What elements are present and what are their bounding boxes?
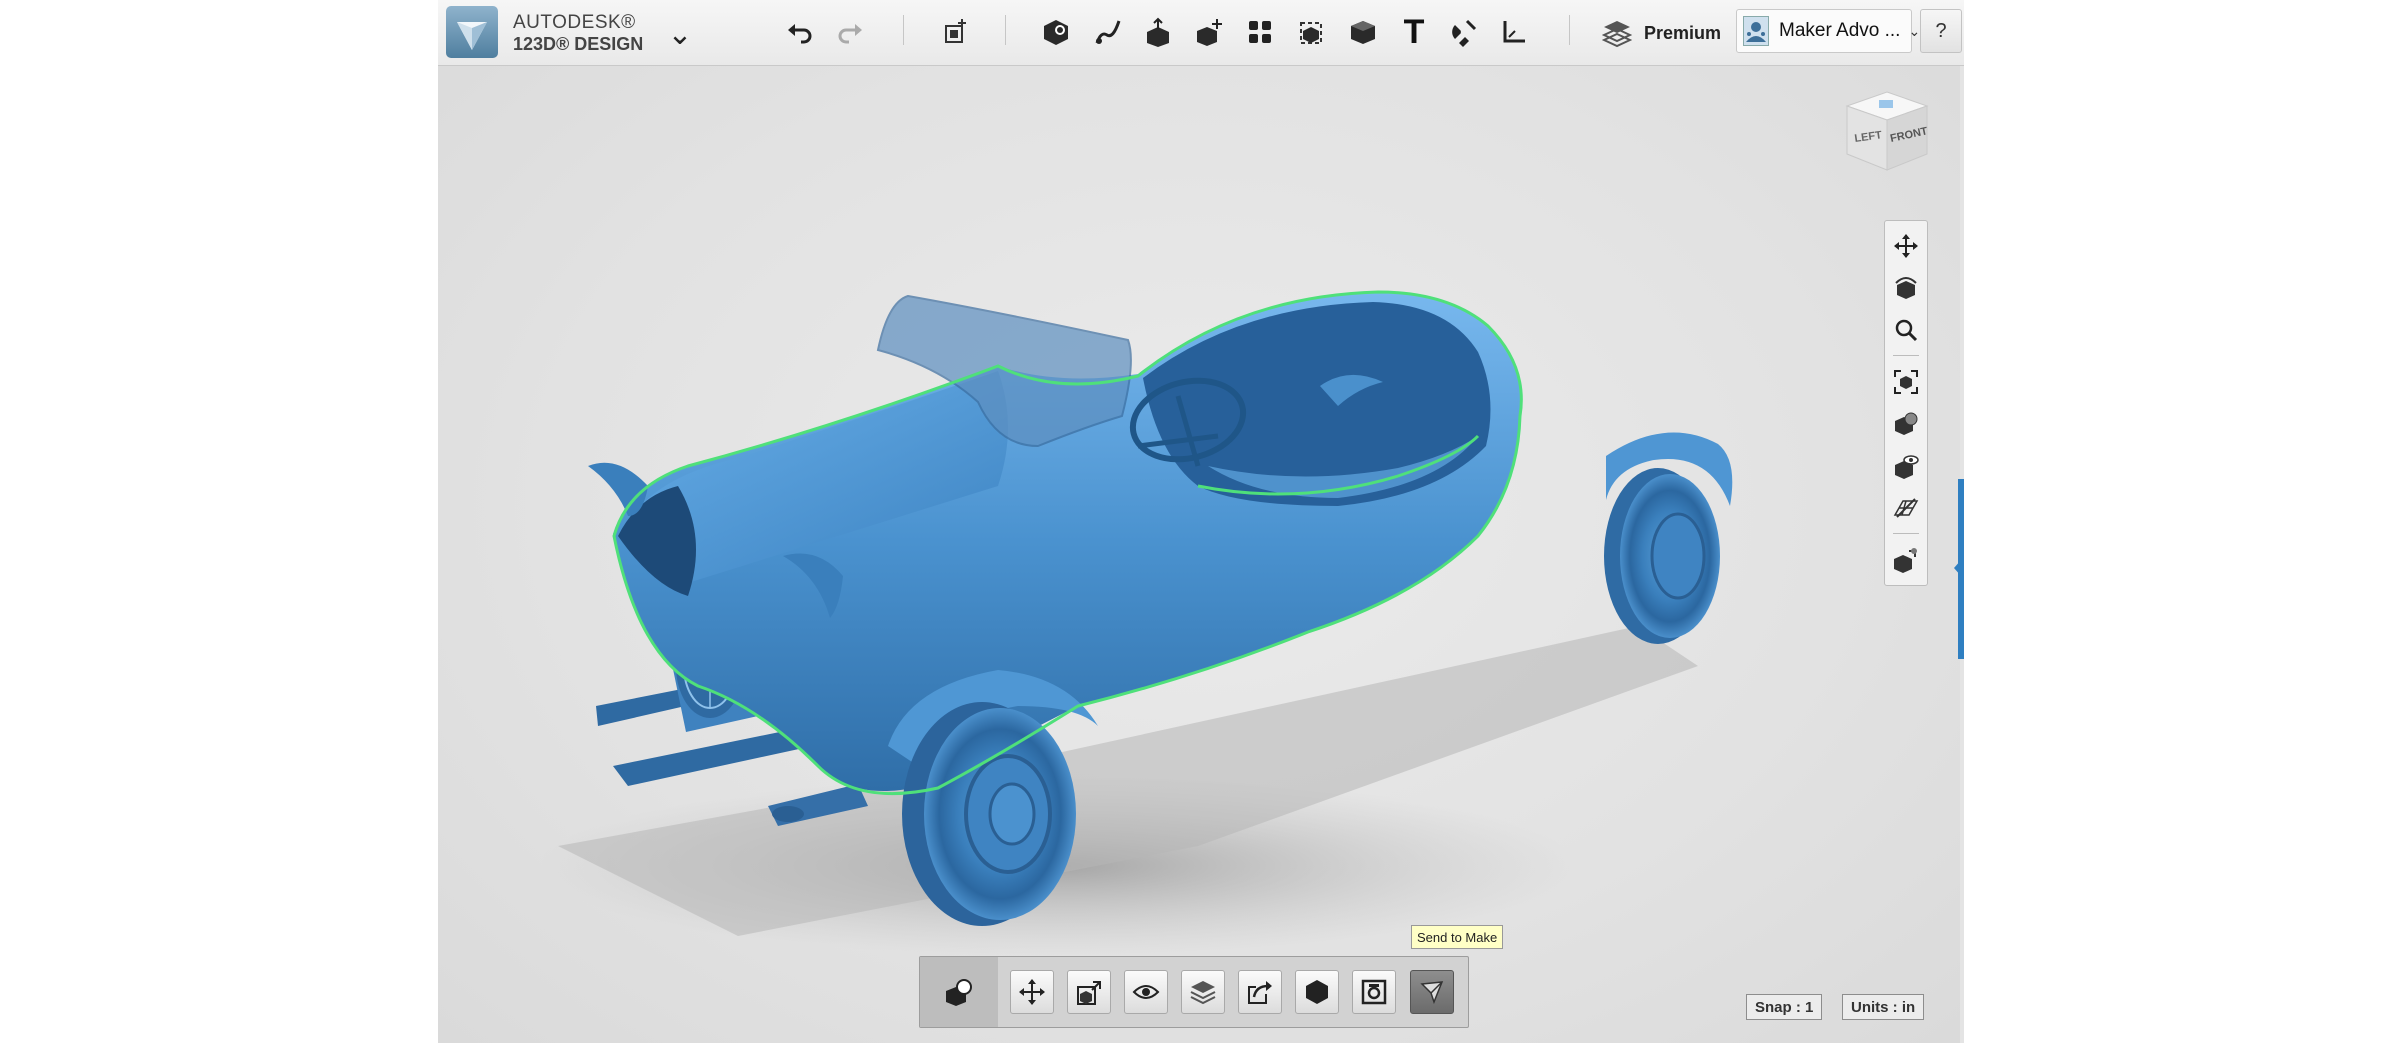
units-status[interactable]: Units : in (1842, 994, 1925, 1020)
modify-icon (1197, 19, 1222, 46)
material-button[interactable] (1889, 407, 1923, 441)
solid-icon (946, 979, 972, 1006)
bottom-toolbar (919, 956, 1469, 1028)
layers-button[interactable] (1181, 970, 1225, 1014)
orbit-button[interactable] (1889, 271, 1923, 305)
navigation-bar (1884, 220, 1928, 586)
visibility-toggle-button[interactable] (1124, 970, 1168, 1014)
snap-button[interactable] (1442, 10, 1486, 54)
combine-button[interactable] (1341, 10, 1385, 54)
help-button[interactable]: ? (1920, 9, 1962, 53)
fit-icon (1894, 370, 1918, 394)
chevron-left-icon (1954, 560, 1961, 576)
view-cube[interactable]: LEFT FRONT (1841, 88, 1933, 180)
eye-icon (1132, 985, 1160, 999)
mesh-button[interactable] (1295, 970, 1339, 1014)
material-icon (1895, 412, 1918, 435)
grouping-icon (1300, 22, 1322, 44)
sketch-button[interactable] (1086, 10, 1130, 54)
snap-icon (1452, 19, 1477, 47)
measure-icon (1503, 21, 1525, 43)
smart-scale-button[interactable] (1067, 970, 1111, 1014)
solid-ops-button[interactable] (1889, 543, 1923, 577)
sketch-icon (1095, 20, 1121, 44)
top-toolbar: AUTODESK® 123D® DESIGN ⌄ T Premium Maker… (438, 0, 1964, 66)
app-window: AUTODESK® 123D® DESIGN ⌄ T Premium Maker… (438, 0, 1964, 1043)
visibility-icon (1895, 455, 1919, 479)
pan-icon (1894, 234, 1918, 258)
text-tool-button[interactable]: T (1392, 10, 1436, 54)
snapshot-button[interactable] (1352, 970, 1396, 1014)
toolbar-divider (903, 15, 904, 45)
hexagon-icon (1306, 980, 1328, 1004)
layers-icon (1190, 981, 1216, 1005)
3d-viewport[interactable]: LEFT FRONT Send to Make Snap: 1 Units:… (438, 66, 1964, 1043)
grid-icon (1893, 498, 1919, 518)
toolbar-divider (1569, 15, 1570, 45)
premium-button[interactable]: Premium (1602, 13, 1721, 53)
chevron-down-icon: ⌄ (1908, 22, 1921, 39)
undo-icon (788, 24, 812, 44)
smart-scale-icon (1077, 981, 1101, 1005)
rear-wheel (1604, 468, 1720, 644)
zoom-icon (1895, 319, 1918, 342)
primitives-button[interactable] (1034, 10, 1078, 54)
user-name: Maker Advo ... (1779, 20, 1901, 41)
app-menu-button[interactable]: ⌄ (658, 12, 702, 56)
brand-title: AUTODESK® 123D® DESIGN (513, 13, 643, 53)
snapshot-icon (1361, 979, 1387, 1005)
undo-button[interactable] (778, 10, 822, 54)
redo-button[interactable] (828, 10, 872, 54)
add-primitive-icon (945, 19, 966, 43)
solid-mode-button[interactable] (920, 957, 998, 1027)
avatar (1743, 16, 1769, 46)
grouping-button[interactable] (1290, 10, 1334, 54)
primitives-icon (1044, 20, 1068, 45)
tooltip: Send to Make (1411, 925, 1504, 949)
add-primitive-button[interactable] (933, 10, 977, 54)
move-icon (1019, 979, 1045, 1005)
measure-button[interactable] (1492, 10, 1536, 54)
construct-button[interactable] (1136, 10, 1180, 54)
brand-line-1: AUTODESK® (513, 12, 636, 33)
orbit-icon (1895, 277, 1917, 299)
brand-line-2: 123D® DESIGN (513, 34, 644, 54)
user-account-menu[interactable]: Maker Advo ... ⌄ (1736, 9, 1920, 53)
export-icon (1248, 981, 1272, 1004)
view-cube-icon: LEFT FRONT (1845, 91, 1929, 171)
send-to-make-button[interactable] (1410, 970, 1454, 1014)
modify-button[interactable] (1188, 10, 1232, 54)
zoom-button[interactable] (1889, 313, 1923, 347)
visibility-button[interactable] (1889, 449, 1923, 483)
move-button[interactable] (1010, 970, 1054, 1014)
premium-layers-icon (1602, 21, 1632, 48)
grid-button[interactable] (1889, 491, 1923, 525)
combine-icon (1351, 21, 1375, 44)
construct-icon (1147, 17, 1169, 47)
snap-status[interactable]: Snap : 1 (1746, 994, 1823, 1020)
redo-icon (838, 24, 862, 44)
pattern-button[interactable] (1238, 10, 1282, 54)
nav-divider (1893, 355, 1919, 356)
export-button[interactable] (1238, 970, 1282, 1014)
pan-button[interactable] (1889, 229, 1923, 263)
left-lamp (588, 462, 648, 516)
cockpit (1143, 302, 1491, 506)
app-logo[interactable] (446, 6, 498, 58)
toolbar-divider (1005, 15, 1006, 45)
solid-ops-icon (1894, 548, 1917, 573)
user-avatar-icon (1746, 22, 1766, 42)
logo-icon (457, 22, 487, 50)
send-to-make-icon (1420, 981, 1444, 1005)
front-wheel (902, 702, 1076, 926)
nav-divider (1893, 533, 1919, 534)
premium-label: Premium (1644, 22, 1722, 43)
pattern-icon (1249, 21, 1271, 43)
car-model[interactable] (438, 66, 1960, 1043)
fit-button[interactable] (1889, 365, 1923, 399)
